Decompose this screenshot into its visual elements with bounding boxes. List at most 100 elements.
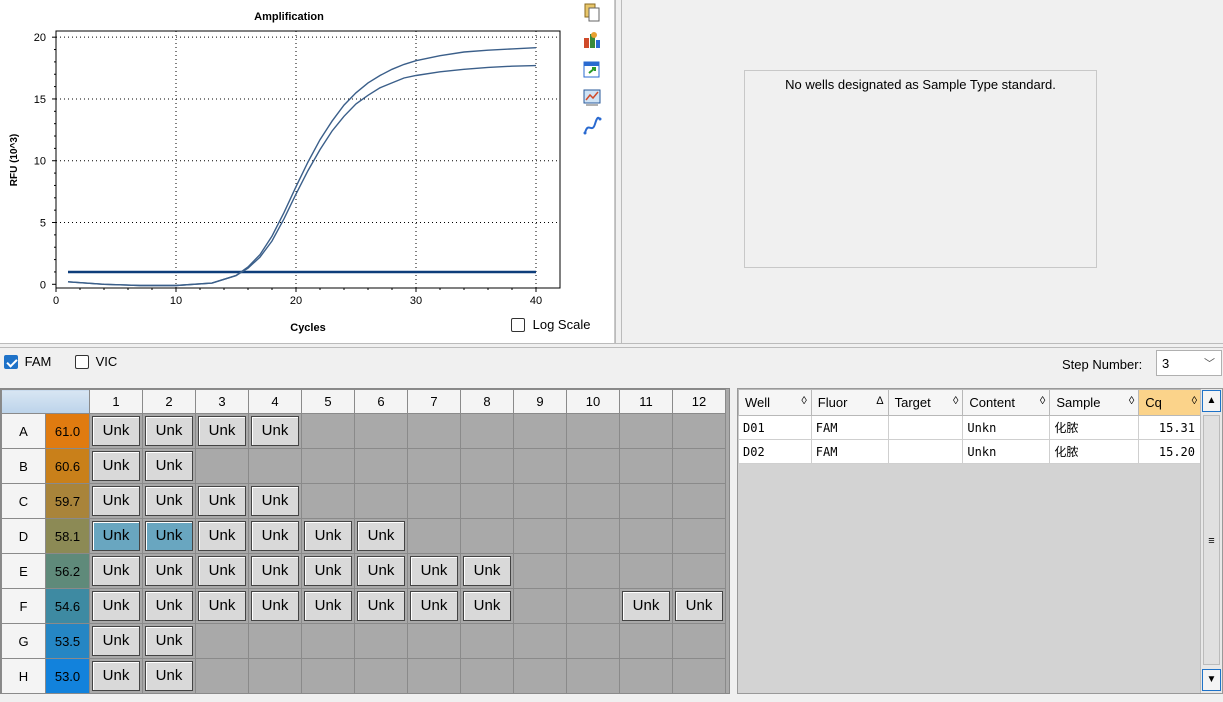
plate-well[interactable]: Unk: [142, 518, 196, 554]
well-content[interactable]: Unk: [92, 556, 140, 586]
plate-well[interactable]: [513, 413, 567, 449]
plate-column-header[interactable]: 5: [301, 389, 355, 414]
plate-well[interactable]: Unk: [248, 518, 302, 554]
well-content[interactable]: Unk: [304, 556, 352, 586]
fam-checkbox[interactable]: [4, 354, 18, 369]
plate-well[interactable]: [407, 518, 461, 554]
well-content[interactable]: Unk: [357, 521, 405, 551]
plate-well[interactable]: [566, 588, 620, 624]
column-header-target[interactable]: Target ◊: [887, 389, 964, 416]
plate-well[interactable]: [407, 413, 461, 449]
well-content[interactable]: Unk: [198, 521, 246, 551]
well-content[interactable]: Unk: [92, 486, 140, 516]
plate-well[interactable]: [672, 623, 726, 659]
well-content[interactable]: Unk: [357, 556, 405, 586]
sort-icon[interactable]: ◊: [801, 395, 806, 407]
plate-well[interactable]: Unk: [301, 553, 355, 589]
column-header-content[interactable]: Content ◊: [962, 389, 1051, 416]
plate-well[interactable]: Unk: [142, 483, 196, 519]
plate-well[interactable]: [619, 623, 673, 659]
plate-well[interactable]: Unk: [89, 483, 143, 519]
well-content[interactable]: Unk: [198, 556, 246, 586]
plate-well[interactable]: [619, 413, 673, 449]
plate-row-header[interactable]: A: [1, 413, 46, 449]
plate-column-header[interactable]: 11: [619, 389, 673, 414]
plate-row-header[interactable]: C: [1, 483, 46, 519]
copy-icon[interactable]: [582, 2, 602, 22]
plate-well[interactable]: Unk: [195, 588, 249, 624]
plate-well[interactable]: [301, 623, 355, 659]
table-row[interactable]: D01 FAM Unkn 化脓 15.31: [738, 415, 1202, 440]
plate-well[interactable]: Unk: [142, 448, 196, 484]
plate-well[interactable]: [566, 553, 620, 589]
scroll-thumb[interactable]: ≡: [1203, 415, 1220, 665]
plate-well[interactable]: [460, 413, 514, 449]
plate-well[interactable]: [619, 658, 673, 694]
plate-well[interactable]: Unk: [301, 588, 355, 624]
well-content[interactable]: Unk: [251, 591, 299, 621]
plate-well[interactable]: [566, 448, 620, 484]
plate-well[interactable]: [460, 518, 514, 554]
well-content[interactable]: Unk: [92, 661, 140, 691]
column-header-cq[interactable]: Cq ◊: [1138, 389, 1202, 416]
well-content-selected[interactable]: Unk: [92, 521, 140, 551]
plate-well[interactable]: [672, 483, 726, 519]
plate-well[interactable]: [248, 658, 302, 694]
well-content[interactable]: Unk: [145, 591, 193, 621]
plate-well[interactable]: Unk: [301, 518, 355, 554]
well-content[interactable]: Unk: [145, 626, 193, 656]
plate-well[interactable]: [460, 448, 514, 484]
plate-well[interactable]: [195, 448, 249, 484]
vertical-splitter[interactable]: [615, 0, 622, 343]
well-content[interactable]: Unk: [145, 661, 193, 691]
plate-well[interactable]: Unk: [89, 518, 143, 554]
column-header-well[interactable]: Well ◊: [738, 389, 812, 416]
column-header-sample[interactable]: Sample ◊: [1049, 389, 1140, 416]
plate-well[interactable]: [248, 448, 302, 484]
plate-well[interactable]: Unk: [89, 623, 143, 659]
plate-well[interactable]: Unk: [89, 413, 143, 449]
plate-well[interactable]: [195, 623, 249, 659]
plate-corner[interactable]: [1, 389, 90, 414]
well-content[interactable]: Unk: [251, 556, 299, 586]
plate-well[interactable]: [566, 413, 620, 449]
curve-icon[interactable]: [582, 116, 602, 136]
chart-settings-icon[interactable]: [582, 30, 602, 50]
sort-icon[interactable]: ◊: [1040, 395, 1045, 407]
plate-well[interactable]: Unk: [407, 553, 461, 589]
plate-well[interactable]: [513, 518, 567, 554]
plate-well[interactable]: [566, 623, 620, 659]
plate-well[interactable]: [672, 413, 726, 449]
vic-checkbox[interactable]: [75, 354, 89, 369]
plate-well[interactable]: [407, 448, 461, 484]
plate-well[interactable]: Unk: [407, 588, 461, 624]
plate-row-header[interactable]: B: [1, 448, 46, 484]
well-content[interactable]: Unk: [198, 416, 246, 446]
well-content[interactable]: Unk: [675, 591, 723, 621]
plate-well[interactable]: Unk: [460, 553, 514, 589]
plate-well[interactable]: [513, 483, 567, 519]
plate-well[interactable]: [460, 483, 514, 519]
plate-well[interactable]: Unk: [142, 623, 196, 659]
plate-well[interactable]: Unk: [195, 483, 249, 519]
plate-well[interactable]: Unk: [195, 518, 249, 554]
plate-well[interactable]: [672, 518, 726, 554]
well-content-selected[interactable]: Unk: [145, 521, 193, 551]
plate-well[interactable]: Unk: [142, 658, 196, 694]
well-content[interactable]: Unk: [145, 451, 193, 481]
plate-column-header[interactable]: 10: [566, 389, 620, 414]
plate-well[interactable]: [513, 588, 567, 624]
plate-well[interactable]: [301, 413, 355, 449]
plate-well[interactable]: [301, 448, 355, 484]
well-content[interactable]: Unk: [357, 591, 405, 621]
plate-column-header[interactable]: 4: [248, 389, 302, 414]
plate-well[interactable]: [513, 553, 567, 589]
plate-well[interactable]: Unk: [619, 588, 673, 624]
plate-well[interactable]: Unk: [460, 588, 514, 624]
amplification-chart[interactable]: Amplification Cycles RFU (10^3) 0 10 20 30 4…: [0, 0, 580, 343]
well-content[interactable]: Unk: [410, 591, 458, 621]
well-content[interactable]: Unk: [622, 591, 670, 621]
plate-well[interactable]: Unk: [142, 413, 196, 449]
plate-row-header[interactable]: D: [1, 518, 46, 554]
well-content[interactable]: Unk: [92, 591, 140, 621]
